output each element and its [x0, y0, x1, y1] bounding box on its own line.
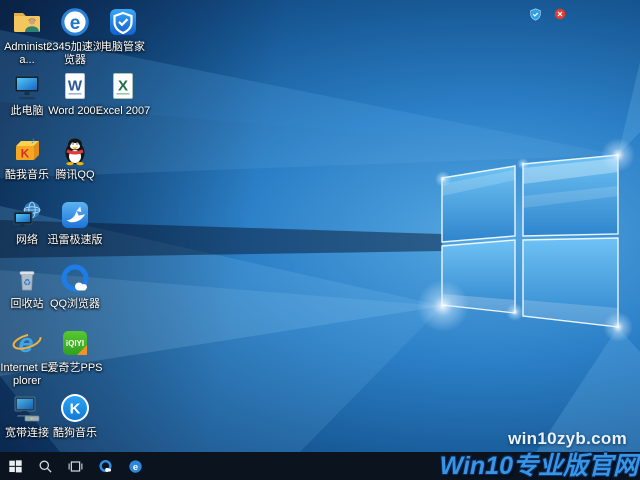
excel-document-icon: X [107, 70, 139, 102]
internet-explorer-icon: e [11, 327, 43, 359]
security-shield-icon[interactable] [529, 8, 542, 21]
desktop-icon-thunder[interactable]: 迅雷极速版 [46, 199, 104, 247]
kugou-k-icon: K [59, 392, 91, 424]
desktop-icon-label: 爱奇艺PPS [46, 362, 104, 375]
2345-browser-icon: e [128, 459, 143, 474]
svg-text:e: e [18, 328, 33, 358]
desktop-icon-label: 腾讯QQ [46, 169, 104, 182]
network-globe-icon [11, 199, 43, 231]
this-pc-monitor-icon [11, 70, 43, 102]
windows-logo-icon [8, 459, 23, 474]
svg-text:♪: ♪ [31, 136, 36, 146]
svg-text:e: e [70, 13, 81, 34]
svg-text:♻: ♻ [23, 278, 31, 288]
administrator-folder-icon [11, 6, 43, 38]
taskbar-qq-browser-button[interactable] [90, 452, 120, 480]
desktop-icon-label: QQ浏览器 [46, 298, 104, 311]
search-icon [38, 459, 53, 474]
svg-text:e: e [132, 461, 137, 471]
thunder-bird-icon [59, 199, 91, 231]
svg-text:X: X [118, 78, 128, 95]
task-view-icon [68, 459, 83, 474]
system-tray [529, 0, 566, 28]
svg-text:K: K [21, 147, 30, 161]
2345-browser-icon: e [59, 6, 91, 38]
kuwo-music-box-icon: K ♪ [11, 134, 43, 166]
recycle-bin-icon: ♻ [11, 263, 43, 295]
desktop-icon-excel-2007[interactable]: X Excel 2007 [94, 70, 152, 118]
start-button[interactable] [0, 452, 30, 480]
windows-desktop: Administra... e 2345加速浏览器 电脑管家 [0, 0, 640, 480]
desktop-icon-label: Excel 2007 [94, 105, 152, 118]
desktop-icon-qq-browser[interactable]: QQ浏览器 [46, 263, 104, 311]
desktop-icon-label: 酷狗音乐 [46, 427, 104, 440]
search-button[interactable] [30, 452, 60, 480]
desktop-icon-kugou-music[interactable]: K 酷狗音乐 [46, 392, 104, 440]
desktop-icon-iqiyi[interactable]: iQIYI 爱奇艺PPS [46, 327, 104, 375]
word-document-icon: W [59, 70, 91, 102]
qq-browser-q-icon [59, 263, 91, 295]
iqiyi-icon: iQIYI [59, 327, 91, 359]
red-alert-icon[interactable] [554, 8, 566, 20]
desktop-icon-label: 电脑管家 [94, 41, 152, 54]
desktop-icon-pc-manager[interactable]: 电脑管家 [94, 6, 152, 54]
desktop-icon-label: 迅雷极速版 [46, 234, 104, 247]
desktop-icon-tencent-qq[interactable]: 腾讯QQ [46, 134, 104, 182]
qq-browser-icon [98, 459, 113, 474]
qq-penguin-icon [59, 134, 91, 166]
pc-manager-shield-icon [107, 6, 139, 38]
svg-text:K: K [70, 401, 81, 418]
svg-text:W: W [68, 78, 83, 95]
watermark-site-title: Win10专业版官网 [440, 446, 638, 480]
taskbar-2345-browser-button[interactable]: e [120, 452, 150, 480]
broadband-connection-icon [11, 392, 43, 424]
svg-text:iQIYI: iQIYI [66, 339, 84, 348]
task-view-button[interactable] [60, 452, 90, 480]
